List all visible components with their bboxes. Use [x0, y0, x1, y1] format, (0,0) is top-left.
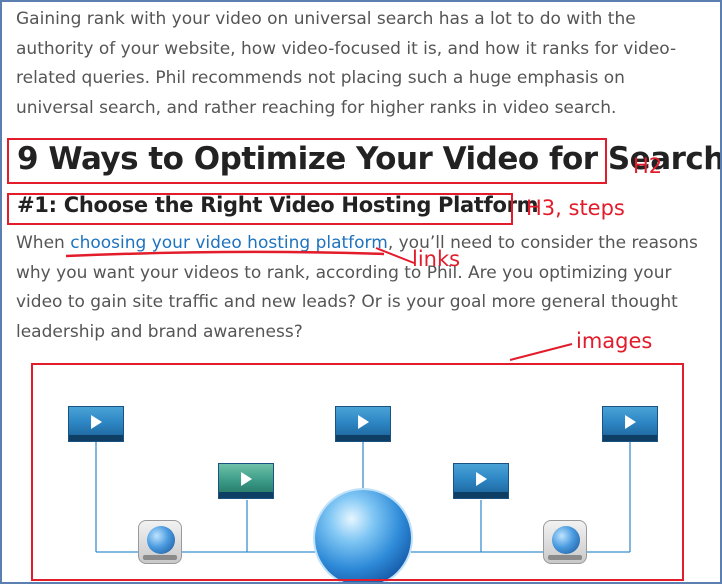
screenshot-frame: Gaining rank with your video on universa… [0, 0, 722, 584]
h2-annotation-label: H2 [633, 154, 663, 178]
annotation-marks [65, 247, 573, 361]
h3-annotation-label: H3, steps [526, 196, 625, 220]
images-annotation-label: images [576, 329, 653, 353]
links-annotation-label: links [412, 247, 461, 271]
